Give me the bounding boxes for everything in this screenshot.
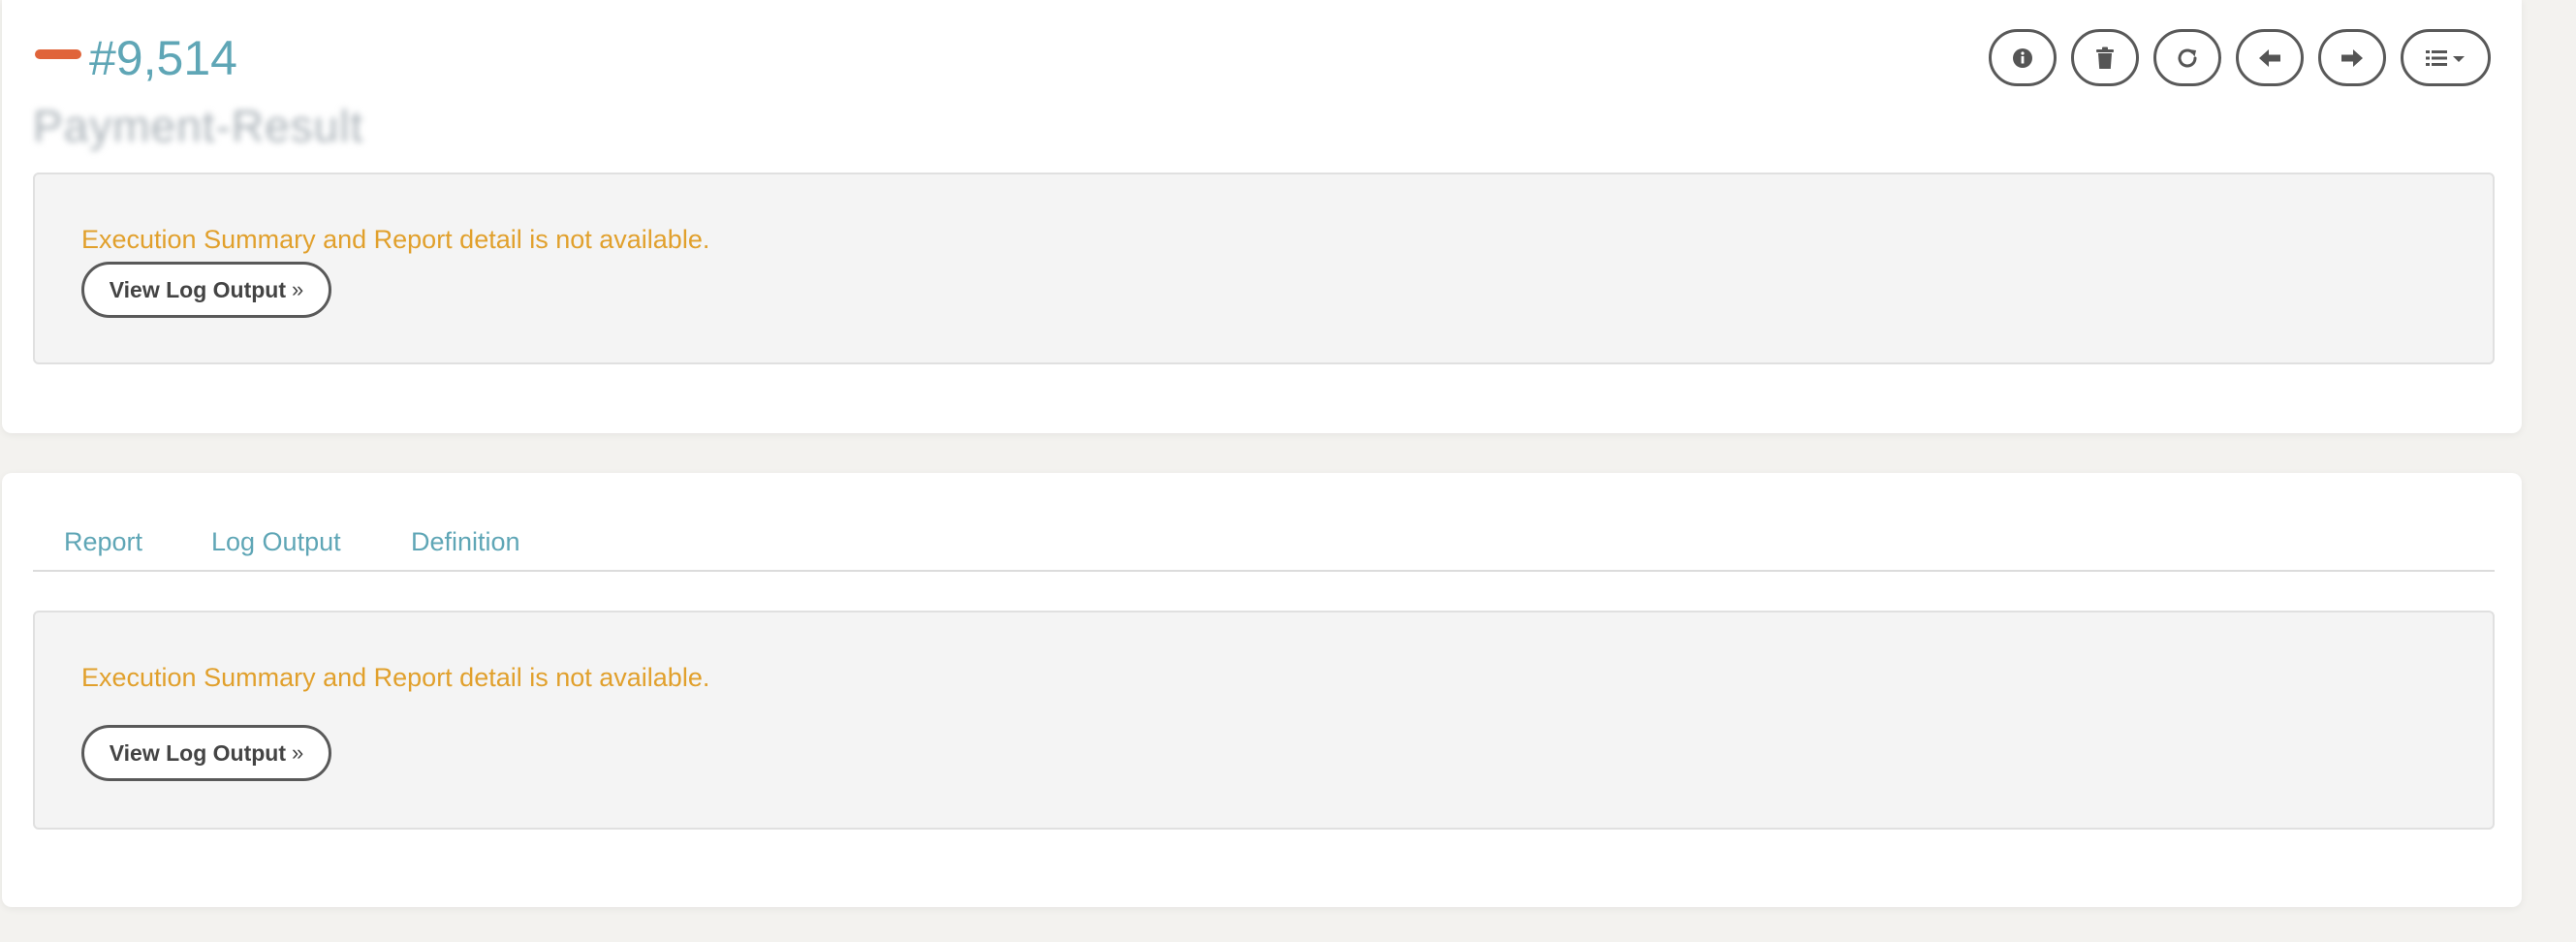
- info-icon: [2013, 47, 2032, 68]
- arrow-left-icon: [2259, 48, 2280, 67]
- detail-tabs: Report Log Output Definition: [33, 523, 2495, 572]
- actions-menu-button[interactable]: [2401, 29, 2491, 86]
- tab-log-output[interactable]: Log Output: [211, 525, 341, 558]
- arrow-right-icon: [2341, 48, 2363, 67]
- chevron-double-right-icon: »: [292, 740, 304, 765]
- trash-icon: [2096, 47, 2114, 69]
- tab-definition[interactable]: Definition: [411, 525, 520, 558]
- status-indicator: [35, 49, 81, 59]
- job-name: Payment-Result: [33, 101, 364, 151]
- list-menu-icon: [2425, 49, 2465, 66]
- rerun-button[interactable]: [2153, 29, 2221, 86]
- view-log-output-button[interactable]: View Log Output»: [81, 262, 331, 318]
- view-log-output-label: View Log Output: [109, 276, 287, 302]
- report-panel: Execution Summary and Report detail is n…: [33, 611, 2495, 830]
- execution-summary-panel: Execution Summary and Report detail is n…: [33, 173, 2495, 364]
- delete-button[interactable]: [2071, 29, 2139, 86]
- tab-report[interactable]: Report: [64, 525, 142, 558]
- execution-id: #9,514: [89, 31, 237, 85]
- execution-detail-card: Report Log Output Definition Execution S…: [2, 473, 2522, 907]
- execution-toolbar: [1989, 29, 2491, 86]
- info-button[interactable]: [1989, 29, 2057, 86]
- summary-unavailable-message: Execution Summary and Report detail is n…: [81, 225, 710, 254]
- view-log-output-label: View Log Output: [109, 739, 287, 766]
- previous-button[interactable]: [2236, 29, 2304, 86]
- chevron-double-right-icon: »: [292, 277, 304, 301]
- refresh-icon: [2178, 48, 2197, 67]
- execution-header-card: #9,514 Payment-Result Execution Summary …: [2, 0, 2522, 433]
- report-unavailable-message: Execution Summary and Report detail is n…: [81, 663, 710, 692]
- next-button[interactable]: [2318, 29, 2386, 86]
- view-log-output-button[interactable]: View Log Output»: [81, 725, 331, 781]
